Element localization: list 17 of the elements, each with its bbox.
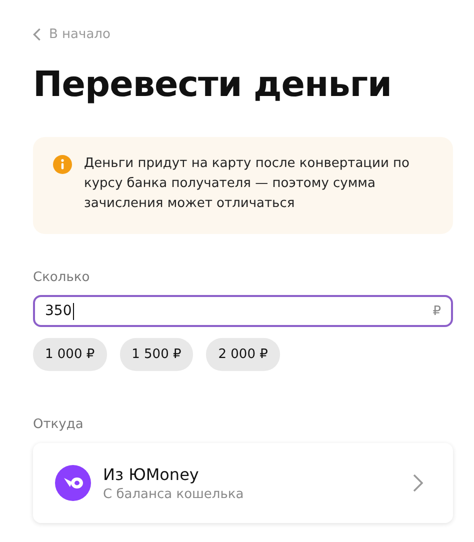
- wallet-logo-icon: [55, 465, 91, 501]
- page-title: Перевести деньги: [33, 65, 393, 105]
- chevron-right-icon: [413, 474, 423, 492]
- amount-chip[interactable]: 1 500 ₽: [120, 338, 194, 371]
- source-label: Откуда: [33, 417, 84, 432]
- currency-sign: ₽: [432, 304, 441, 318]
- source-subtitle: С баланса кошелька: [103, 486, 245, 502]
- info-icon: [53, 155, 72, 174]
- chevron-left-icon: [33, 28, 41, 41]
- amount-label: Сколько: [33, 270, 91, 285]
- amount-value: 350: [45, 303, 72, 319]
- notice-text: Деньги придут на карту после конвертации по курсу банка получателя — поэтому сумма зачисления может отличаться: [84, 155, 411, 213]
- amount-chip[interactable]: 2 000 ₽: [206, 338, 280, 371]
- source-card[interactable]: Из ЮMoney С баланса кошелька: [33, 443, 453, 523]
- source-title: Из ЮMoney: [103, 464, 200, 484]
- amount-field[interactable]: 350 ₽: [33, 295, 453, 327]
- amount-chip[interactable]: 1 000 ₽: [33, 338, 107, 371]
